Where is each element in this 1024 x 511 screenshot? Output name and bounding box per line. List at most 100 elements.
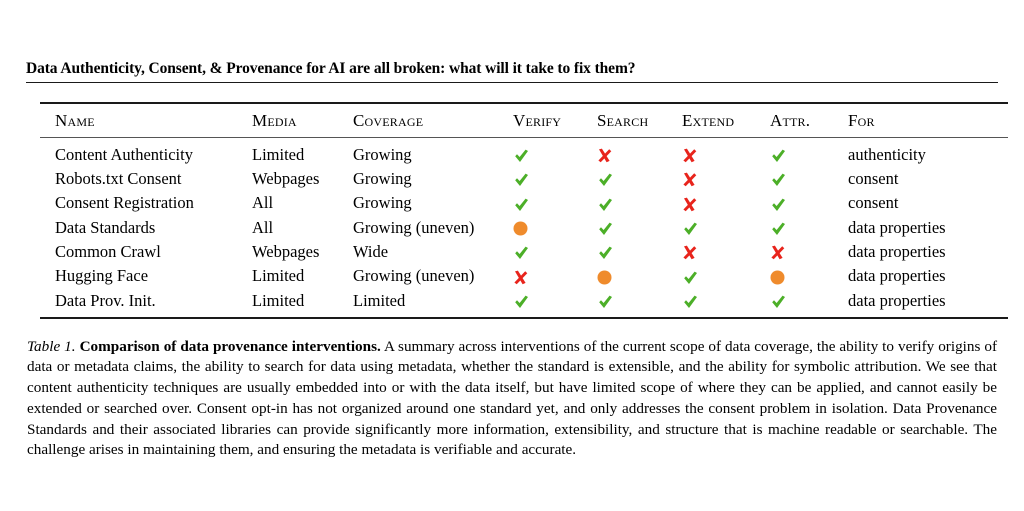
cell-media: Limited: [252, 266, 305, 286]
caption-label-suffix: .: [71, 337, 76, 355]
cell-verify: [513, 216, 597, 240]
caption-body: A summary across interventions of the cu…: [27, 337, 998, 459]
cell-coverage: Growing: [353, 169, 412, 189]
table-body: Content Authenticity Limited Growing authen…: [40, 137, 1008, 317]
green-check-icon: [597, 294, 614, 310]
red-cross-icon: [682, 148, 697, 164]
green-check-icon: [770, 148, 787, 164]
table-row: Data Prov. Init. Limited Limited data prope…: [40, 289, 1008, 318]
caption-label: Table 1.: [27, 338, 76, 355]
cell-attr: [770, 191, 848, 215]
table-footer: [40, 316, 1008, 320]
green-check-icon: [513, 197, 530, 213]
cell-media: Limited: [252, 144, 305, 164]
column-header-for: For: [848, 102, 1008, 138]
cell-media: Webpages: [252, 242, 320, 262]
column-header-search: Search: [597, 102, 682, 138]
cell-coverage: Growing (uneven): [353, 266, 475, 286]
cell-media: Limited: [252, 290, 305, 310]
cell-for: data properties: [848, 266, 946, 286]
column-header-attr: Attr.: [770, 102, 848, 138]
cell-extend: [682, 137, 770, 167]
cell-search: [597, 137, 682, 167]
table-row: Data Standards All Growing (uneven) data pr…: [40, 216, 1008, 240]
cell-search: [597, 264, 682, 288]
cell-attr: [770, 216, 848, 240]
red-cross-icon: [770, 245, 785, 261]
green-check-icon: [513, 172, 530, 188]
paper-table-page: Data Authenticity, Consent, & Provenance…: [0, 0, 1024, 511]
cell-attr: [770, 289, 848, 318]
cell-coverage: Limited: [353, 290, 406, 310]
cell-extend: [682, 216, 770, 240]
running-title: Data Authenticity, Consent, & Provenance…: [26, 60, 636, 77]
title-rule: [26, 81, 998, 83]
cell-search: [597, 191, 682, 215]
red-cross-icon: [597, 148, 612, 164]
cell-verify: [513, 167, 597, 191]
table-row: Content Authenticity Limited Growing authen…: [40, 137, 1008, 167]
cell-coverage: Growing: [353, 193, 412, 213]
green-check-icon: [597, 172, 614, 188]
cell-for: data properties: [848, 242, 946, 262]
caption-label-text: Table 1: [27, 337, 72, 355]
table-header-row: Name Media Coverage Verify Search Extend…: [40, 102, 1008, 138]
cell-extend: [682, 289, 770, 318]
cell-attr: [770, 137, 848, 167]
cell-for: data properties: [848, 217, 946, 237]
table-header: Name Media Coverage Verify Search Extend…: [40, 102, 1008, 138]
cell-for: consent: [848, 193, 899, 213]
cell-media: All: [252, 217, 274, 237]
column-header-media: Media: [252, 102, 353, 138]
green-check-icon: [770, 221, 787, 237]
cell-for: data properties: [848, 290, 946, 310]
column-header-verify: Verify: [513, 102, 597, 138]
cell-verify: [513, 240, 597, 264]
cell-media: All: [252, 193, 274, 213]
cell-name: Hugging Face: [55, 266, 149, 286]
cell-media: Webpages: [252, 169, 320, 189]
column-header-coverage: Coverage: [353, 102, 513, 138]
caption-bold-title: Comparison of data provenance interventi…: [79, 337, 381, 355]
cell-extend: [682, 167, 770, 191]
green-check-icon: [513, 294, 530, 310]
cell-attr: [770, 167, 848, 191]
table-container: Name Media Coverage Verify Search Extend…: [26, 102, 1008, 320]
green-check-icon: [770, 294, 787, 310]
cell-search: [597, 289, 682, 318]
cell-for: consent: [848, 169, 899, 189]
comparison-table: Name Media Coverage Verify Search Extend…: [40, 102, 1008, 320]
table-row: Consent Registration All Growing consent: [40, 191, 1008, 215]
cell-name: Robots.txt Consent: [55, 169, 182, 189]
green-check-icon: [770, 197, 787, 213]
column-header-extend: Extend: [682, 102, 770, 138]
table-bottom-rule: [40, 316, 1008, 320]
cell-coverage: Wide: [353, 242, 389, 262]
cell-verify: [513, 137, 597, 167]
red-cross-icon: [682, 245, 697, 261]
cell-verify: [513, 191, 597, 215]
cell-name: Common Crawl: [55, 242, 161, 262]
red-cross-icon: [682, 197, 697, 213]
cell-extend: [682, 191, 770, 215]
cell-search: [597, 240, 682, 264]
cell-name: Data Prov. Init.: [55, 290, 156, 310]
table-row: Hugging Face Limited Growing (uneven) data …: [40, 264, 1008, 288]
cell-name: Consent Registration: [55, 193, 194, 213]
cell-extend: [682, 264, 770, 288]
cell-search: [597, 167, 682, 191]
table-row: Common Crawl Webpages Wide data properties: [40, 240, 1008, 264]
cell-coverage: Growing: [353, 144, 412, 164]
green-check-icon: [682, 294, 699, 310]
column-header-name: Name: [40, 102, 252, 138]
cell-search: [597, 216, 682, 240]
green-check-icon: [513, 148, 530, 164]
green-check-icon: [597, 221, 614, 237]
green-check-icon: [597, 245, 614, 261]
orange-circle-icon: [513, 221, 528, 236]
red-cross-icon: [682, 172, 697, 188]
cell-coverage: Growing (uneven): [353, 217, 475, 237]
green-check-icon: [597, 197, 614, 213]
cell-name: Content Authenticity: [55, 144, 193, 164]
green-check-icon: [682, 221, 699, 237]
